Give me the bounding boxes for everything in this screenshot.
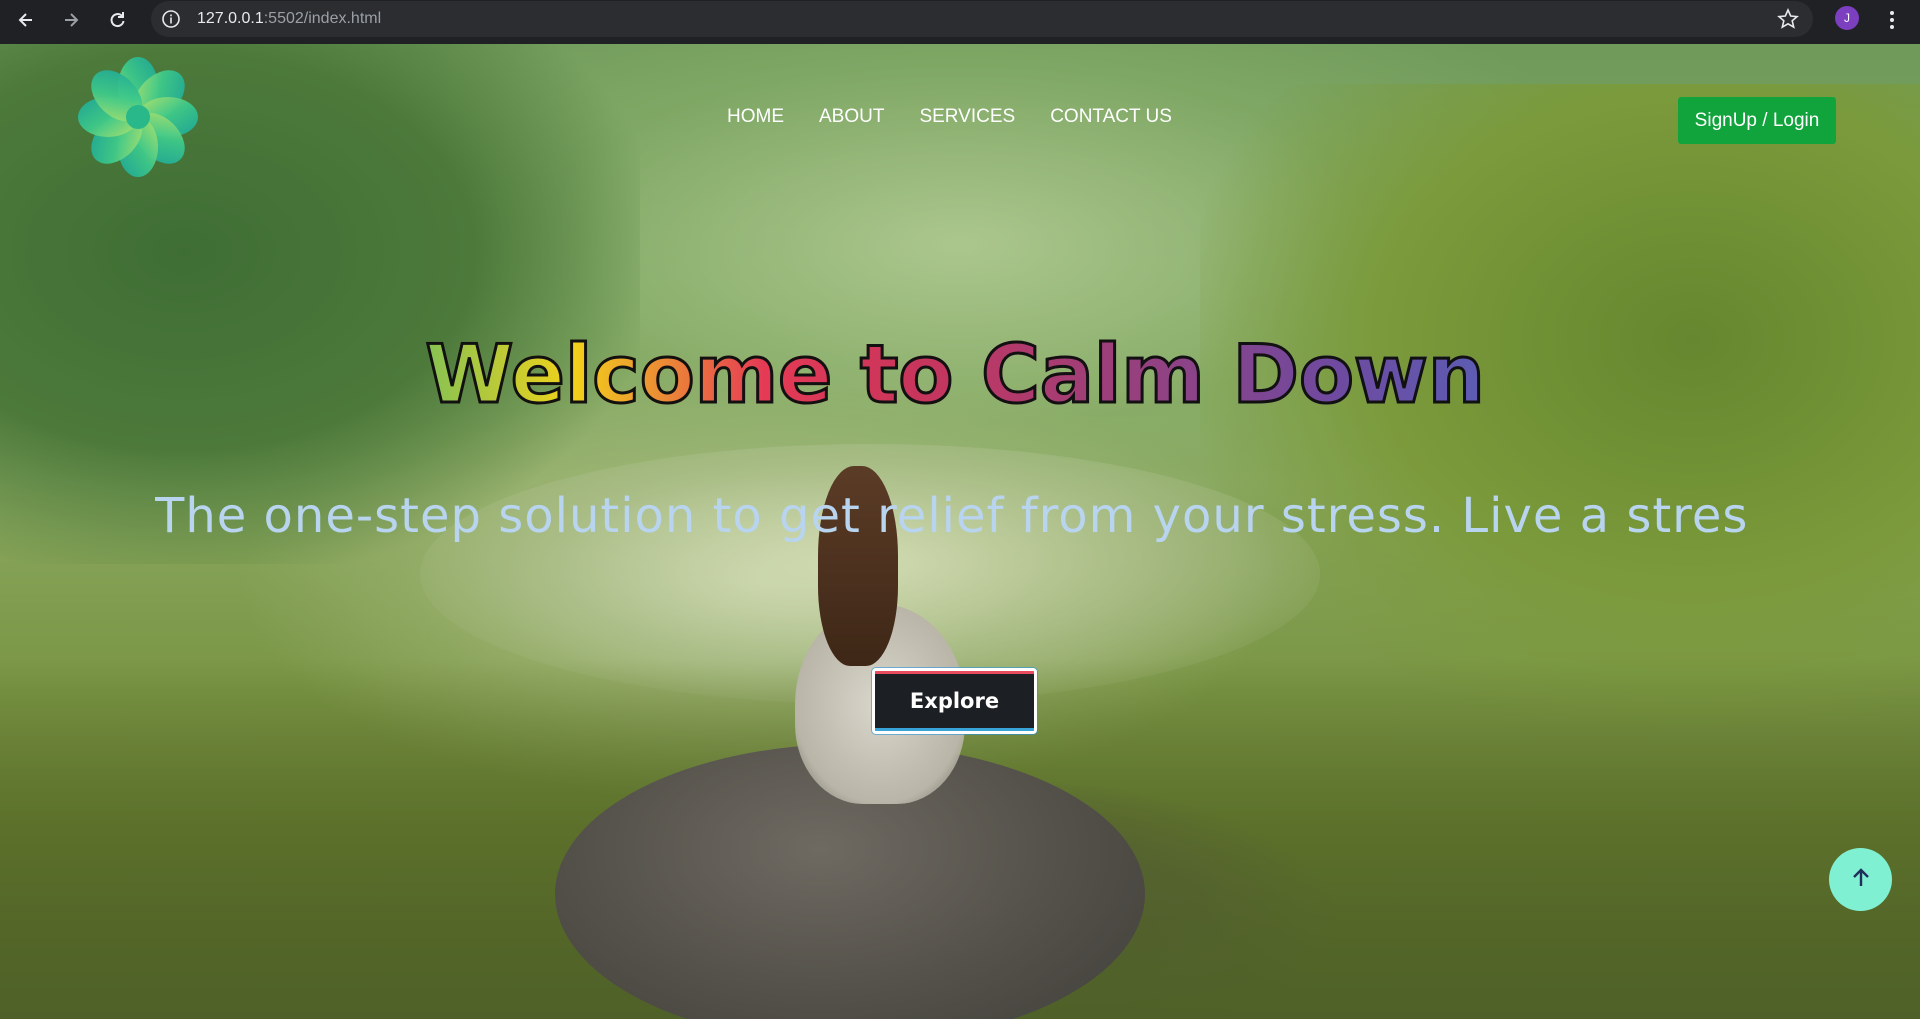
url-path: :5502/index.html	[263, 10, 382, 27]
hero-subtitle: The one-step solution to get relief from…	[155, 488, 1748, 544]
nav-contact-us[interactable]: CONTACT US	[1050, 106, 1172, 134]
star-icon[interactable]	[1777, 8, 1799, 30]
more-vert-icon[interactable]	[1880, 6, 1904, 34]
main-nav: HOME ABOUT SERVICES CONTACT US	[727, 106, 1207, 134]
info-icon[interactable]	[161, 9, 181, 29]
url-text: 127.0.0.1:5502/index.html	[197, 9, 381, 29]
profile-avatar[interactable]: J	[1835, 6, 1859, 30]
signup-login-button[interactable]: SignUp / Login	[1678, 97, 1836, 144]
scroll-to-top-button[interactable]	[1829, 848, 1892, 911]
back-icon[interactable]	[12, 6, 40, 34]
reload-icon[interactable]	[103, 6, 131, 34]
nav-home[interactable]: HOME	[727, 106, 784, 134]
nav-about[interactable]: ABOUT	[819, 106, 884, 134]
address-bar[interactable]: 127.0.0.1:5502/index.html	[151, 1, 1813, 37]
forward-icon[interactable]	[57, 6, 85, 34]
explore-button[interactable]: Explore	[872, 668, 1037, 734]
hero-title: Welcome to Calm Down	[0, 325, 1910, 425]
browser-toolbar: 127.0.0.1:5502/index.html J	[0, 0, 1920, 40]
nav-services[interactable]: SERVICES	[919, 106, 1015, 134]
url-host: 127.0.0.1	[197, 10, 264, 27]
arrow-up-icon	[1850, 867, 1872, 893]
site-logo[interactable]	[75, 56, 201, 178]
